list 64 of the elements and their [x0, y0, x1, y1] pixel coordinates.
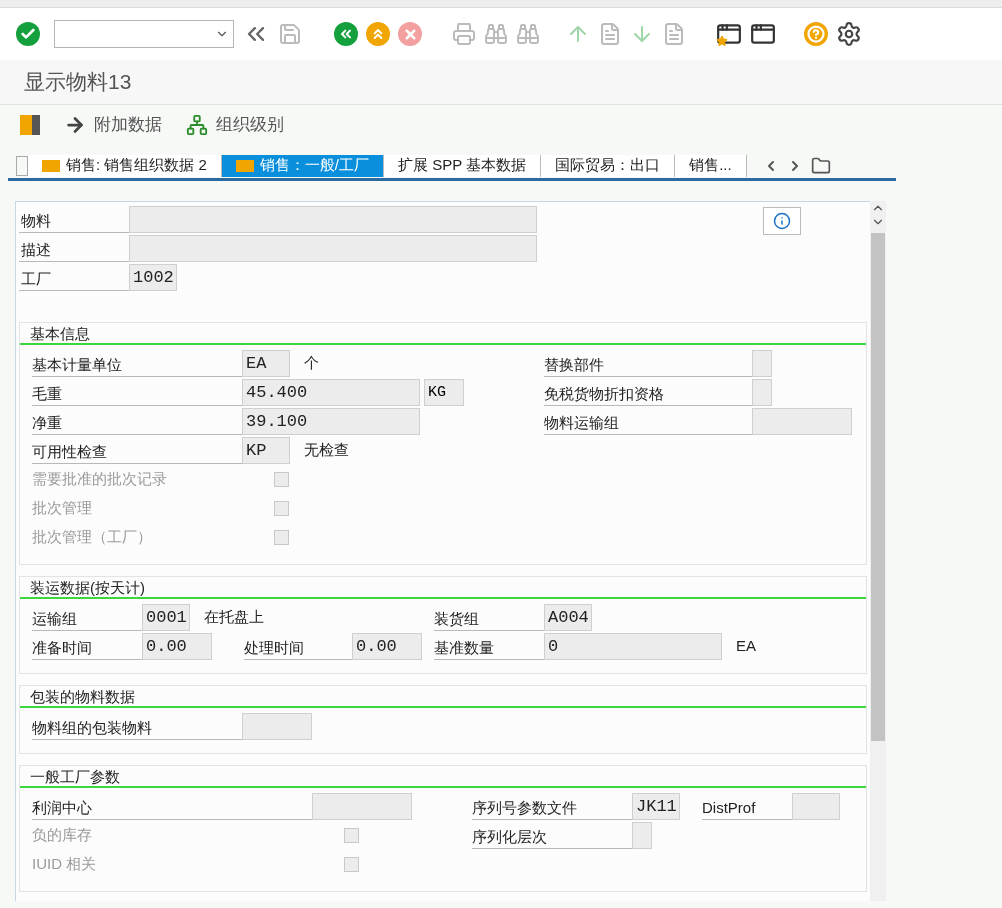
input-field[interactable]	[312, 793, 412, 820]
tab[interactable]: 销售：一般/工厂	[221, 154, 385, 177]
input-field[interactable]	[752, 350, 772, 377]
tab-list-icon[interactable]	[810, 155, 831, 176]
help-icon[interactable]	[804, 22, 828, 46]
command-field[interactable]	[54, 20, 234, 48]
input-field[interactable]	[129, 206, 537, 233]
field-description: 在托盘上	[204, 607, 264, 628]
confirm-icon[interactable]	[16, 22, 40, 46]
screen-title: 显示物料13	[24, 69, 132, 96]
input-field[interactable]: 0.00	[352, 633, 422, 660]
toolbar-button[interactable]: 附加数据	[64, 112, 162, 138]
hierarchy-icon	[186, 114, 208, 136]
window-icon[interactable]	[750, 21, 776, 47]
back-icon[interactable]	[334, 22, 358, 46]
input-field[interactable]: 45.400	[242, 379, 420, 406]
tab[interactable]: 销售: 销售组织数据 2	[28, 154, 222, 177]
section-title: 装运数据(按天计)	[20, 577, 866, 599]
section-title: 基本信息	[20, 323, 866, 345]
field-description: 无检查	[304, 440, 349, 461]
input-field[interactable]	[632, 822, 652, 849]
input-field[interactable]	[752, 408, 852, 435]
tab[interactable]: 国际贸易：出口	[541, 154, 676, 177]
input-field[interactable]	[129, 235, 537, 262]
settings-icon[interactable]	[836, 21, 862, 47]
scrollbar-thumb[interactable]	[871, 233, 885, 741]
input-field[interactable]: 0.00	[142, 633, 212, 660]
tab[interactable]: 扩展 SPP 基本数据	[384, 154, 542, 177]
tab[interactable]: 销售...	[675, 154, 747, 177]
input-field[interactable]	[792, 793, 840, 820]
scrollbar[interactable]	[870, 201, 886, 901]
cancel-icon[interactable]	[398, 22, 422, 46]
toolbar-button[interactable]: 组织级别	[186, 112, 284, 138]
checkbox-label: 批次管理	[32, 498, 93, 519]
print-icon[interactable]	[452, 22, 476, 46]
arrow-icon	[64, 114, 86, 136]
section-title: 包装的物料数据	[20, 686, 866, 708]
info-button[interactable]	[763, 207, 801, 235]
field-label: 利润中心	[32, 793, 312, 820]
input-field[interactable]: 1002	[129, 264, 177, 291]
input-field[interactable]: 0001	[142, 604, 190, 631]
input-field[interactable]: A004	[544, 604, 592, 631]
info-icon	[773, 212, 791, 230]
tab-icon	[235, 159, 254, 172]
checkbox-label: 需要批准的批次记录	[32, 469, 168, 490]
input-field[interactable]: 39.100	[242, 408, 420, 435]
section-title: 一般工厂参数	[20, 766, 866, 788]
input-field[interactable]: JK11	[632, 793, 680, 820]
input-field[interactable]: 0	[544, 633, 722, 660]
input-field[interactable]	[242, 713, 312, 740]
input-field[interactable]: KP	[242, 437, 290, 464]
checkbox-label: 负的库存	[32, 825, 93, 846]
field-description: 个	[304, 353, 319, 374]
find-next-icon[interactable]	[516, 22, 540, 46]
find-icon[interactable]	[484, 22, 508, 46]
save-icon[interactable]	[278, 22, 302, 46]
input-field[interactable]	[752, 379, 772, 406]
input-field[interactable]: EA	[242, 350, 290, 377]
exit-icon[interactable]	[366, 22, 390, 46]
checkbox-label: 批次管理（工厂）	[32, 527, 153, 548]
field-description: EA	[736, 636, 756, 657]
tab-icon	[42, 159, 60, 172]
unit-field[interactable]: KG	[424, 379, 464, 406]
checkbox-label: IUID 相关	[32, 854, 98, 875]
